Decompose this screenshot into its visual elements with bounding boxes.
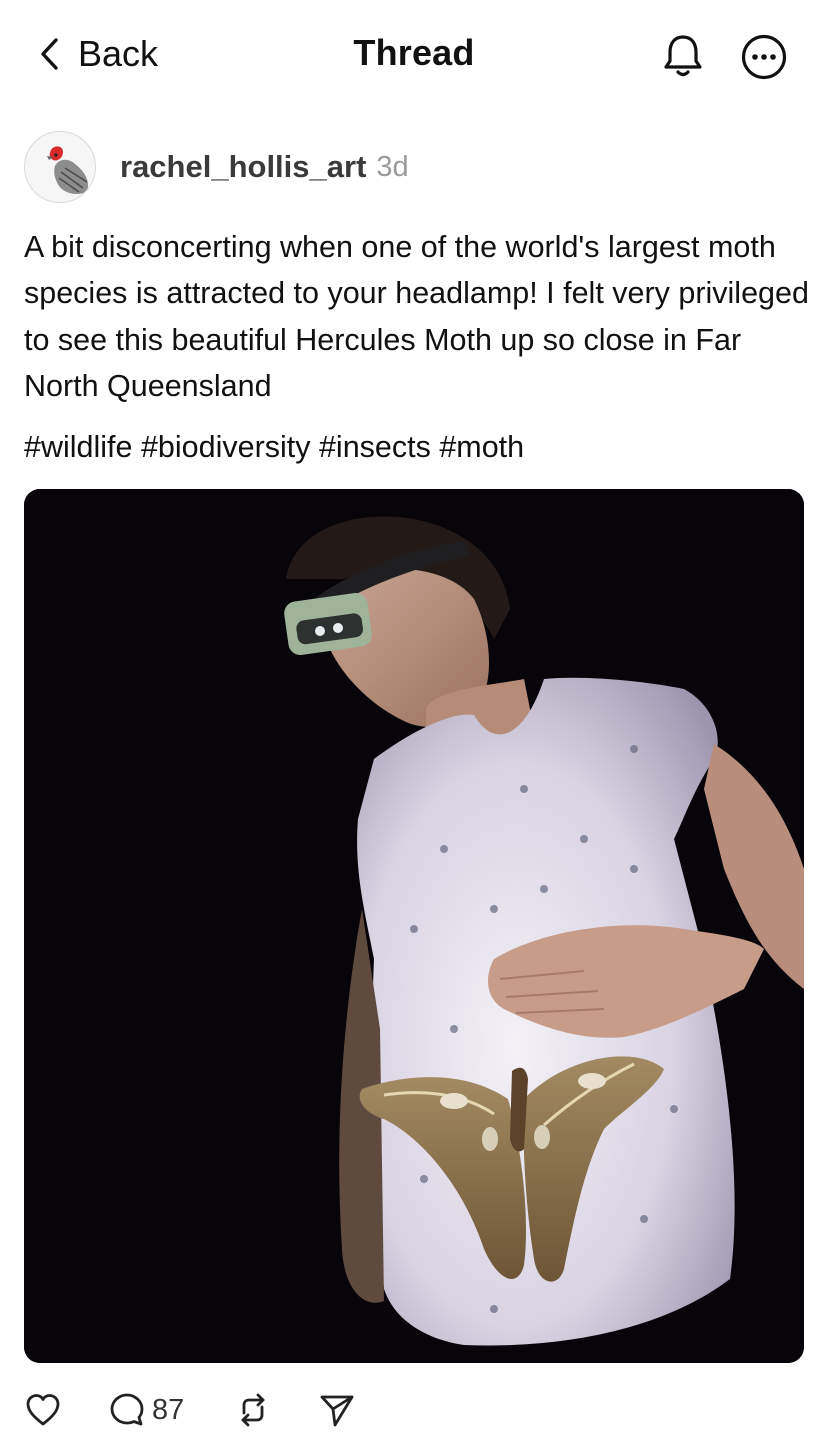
bell-icon (664, 35, 702, 77)
avatar[interactable] (24, 131, 96, 203)
post-hashtags[interactable]: #wildlife #biodiversity #insects #moth (24, 424, 524, 470)
top-nav-bar: Back Thread (0, 0, 828, 110)
moth-photo-illustration (24, 489, 804, 1363)
more-options-button[interactable] (740, 33, 788, 81)
post-photo[interactable] (24, 489, 804, 1363)
author-username[interactable]: rachel_hollis_art (120, 149, 366, 185)
avatar-image (25, 132, 95, 202)
share-button[interactable] (318, 1388, 356, 1432)
repost-icon (241, 1393, 265, 1427)
reply-button[interactable]: 87 (108, 1388, 184, 1432)
notifications-button[interactable] (660, 32, 706, 80)
send-icon (320, 1395, 354, 1427)
repost-button[interactable] (234, 1388, 272, 1432)
reply-count: 87 (152, 1393, 185, 1426)
heart-icon (26, 1394, 60, 1426)
comment-icon (110, 1393, 144, 1426)
post-author-row: rachel_hollis_art 3d (24, 130, 409, 204)
like-button[interactable] (24, 1388, 62, 1432)
post-actions-bar: 87 (0, 1388, 828, 1434)
post-body-text: A bit disconcerting when one of the worl… (24, 230, 809, 403)
ellipsis-circle-icon (741, 34, 787, 80)
post-timestamp: 3d (376, 150, 409, 183)
